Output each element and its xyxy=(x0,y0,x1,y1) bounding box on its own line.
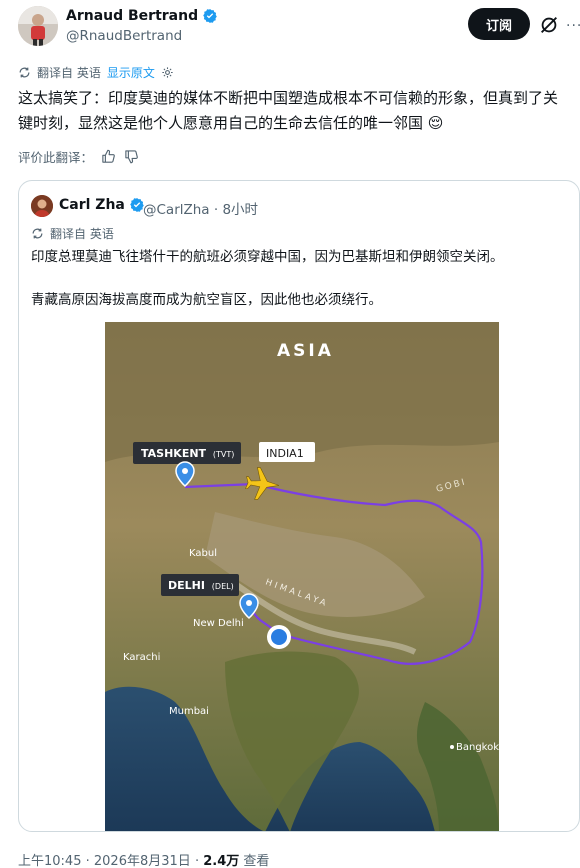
quoted-time[interactable]: 8小时 xyxy=(222,202,258,218)
tashkent-pin-dot xyxy=(182,468,188,474)
post-time[interactable]: 上午10:45 xyxy=(18,854,81,868)
current-location-icon[interactable] xyxy=(271,629,287,645)
kabul-label: Kabul xyxy=(189,548,217,559)
new-delhi-label: New Delhi xyxy=(193,618,244,629)
quoted-author-handle[interactable]: @CarlZha xyxy=(143,202,210,218)
more-options-icon[interactable]: ··· xyxy=(566,18,580,34)
rate-translation-label: 评价此翻译： xyxy=(18,150,94,165)
thumbs-down-icon[interactable] xyxy=(124,149,139,164)
quoted-author-name[interactable]: Carl Zha xyxy=(59,197,125,213)
flight-label: INDIA1 xyxy=(266,447,304,460)
tweet-footer: 上午10:45 · 2026年8月31日 · 2.4万 查看 xyxy=(18,850,269,868)
settings-gear-icon[interactable] xyxy=(161,66,174,79)
translation-label: 翻译自 英语 xyxy=(37,66,101,80)
footer-separator: · xyxy=(85,854,90,868)
bangkok-label: Bangkok xyxy=(456,742,499,753)
delhi-name: DELHI xyxy=(168,579,205,592)
delhi-code: (DEL) xyxy=(212,582,234,591)
delhi-pin-dot xyxy=(246,600,252,606)
footer-separator: · xyxy=(194,854,200,868)
post-date[interactable]: 2026年8月31日 xyxy=(94,854,191,868)
quoted-text-line-2: 青藏高原因海拔高度而成为航空盲区，因此他也必须绕行。 xyxy=(31,292,382,308)
flight-map-image[interactable]: ASIA TASHKENT (TVT) INDIA1 GOBI Kabul HI xyxy=(105,322,499,831)
author-name-row[interactable]: Arnaud Bertrand xyxy=(66,8,218,24)
quoted-translation-row: 翻译自 英语 xyxy=(31,225,114,242)
tashkent-name: TASHKENT xyxy=(141,447,207,460)
view-count-label: 查看 xyxy=(243,854,270,868)
translate-icon xyxy=(32,228,43,239)
quoted-text-line-1: 印度总理莫迪飞往塔什干的航班必须穿越中国，因为巴基斯坦和伊朗领空关闭。 xyxy=(31,249,504,265)
mumbai-label: Mumbai xyxy=(169,706,209,717)
tweet-text: 这太搞笑了：印度莫迪的媒体不断把中国塑造成根本不可信赖的形象，但真到了关键时刻，… xyxy=(18,89,559,132)
author-avatar[interactable] xyxy=(18,6,58,46)
rate-translation-row: 评价此翻译： xyxy=(18,147,139,166)
author-name[interactable]: Arnaud Bertrand xyxy=(66,8,198,24)
quoted-author-avatar[interactable] xyxy=(31,195,53,217)
grok-icon[interactable] xyxy=(538,14,560,36)
tweet-header: Arnaud Bertrand @RnaudBertrand 订阅 ··· xyxy=(18,6,580,50)
translate-icon xyxy=(19,67,30,78)
bangkok-dot xyxy=(450,745,454,749)
quoted-tweet[interactable]: Carl Zha @CarlZha · 8小时 翻译自 英语 印度总理莫迪飞往塔… xyxy=(18,180,580,832)
map-region-label: ASIA xyxy=(277,341,334,361)
verified-badge-icon xyxy=(203,9,217,23)
quoted-author-meta: @CarlZha · 8小时 xyxy=(143,198,258,218)
subscribe-button[interactable]: 订阅 xyxy=(468,8,530,40)
meta-separator: · xyxy=(213,202,219,218)
quoted-translation-label: 翻译自 英语 xyxy=(50,227,114,241)
thumbs-up-icon[interactable] xyxy=(101,149,116,164)
author-handle[interactable]: @RnaudBertrand xyxy=(66,28,182,44)
translation-row: 翻译自 英语 显示原文 xyxy=(18,64,174,81)
show-original-link[interactable]: 显示原文 xyxy=(107,64,155,81)
quoted-author-name-row[interactable]: Carl Zha xyxy=(59,197,145,213)
view-count: 2.4万 xyxy=(203,854,240,868)
tashkent-code: (TVT) xyxy=(213,450,235,459)
karachi-label: Karachi xyxy=(123,652,160,663)
